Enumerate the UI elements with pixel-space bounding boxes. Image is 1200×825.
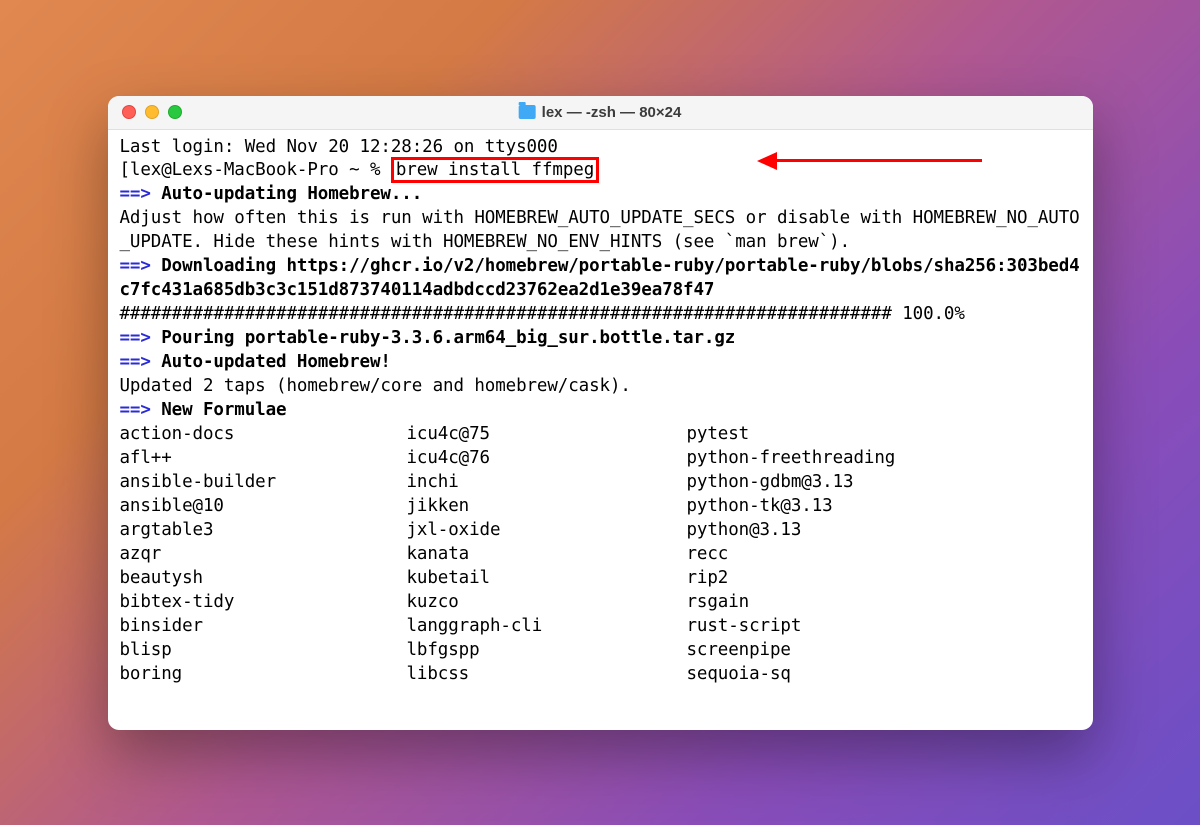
list-item: bibtex-tidy bbox=[120, 591, 407, 615]
new-formulae-text: New Formulae bbox=[161, 400, 286, 420]
taps-line: Updated 2 taps (homebrew/core and homebr… bbox=[120, 375, 1081, 399]
list-item: beautysh bbox=[120, 567, 407, 591]
pouring-line: ==> Pouring portable-ruby-3.3.6.arm64_bi… bbox=[120, 327, 1081, 351]
arrow-prefix: ==> bbox=[120, 184, 162, 204]
list-item: sequoia-sq bbox=[687, 663, 1081, 687]
arrow-prefix: ==> bbox=[120, 328, 162, 348]
list-item: python@3.13 bbox=[687, 519, 1081, 543]
list-item: python-tk@3.13 bbox=[687, 495, 1081, 519]
list-item: blisp bbox=[120, 639, 407, 663]
formulae-col-3: pytest python-freethreading python-gdbm@… bbox=[687, 423, 1081, 687]
formulae-col-1: action-docs afl++ ansible-builder ansibl… bbox=[120, 423, 407, 687]
downloading-text: Downloading https://ghcr.io/v2/homebrew/… bbox=[120, 256, 1080, 300]
list-item: pytest bbox=[687, 423, 1081, 447]
zoom-icon[interactable] bbox=[168, 105, 182, 119]
title-label: lex — -zsh — 80×24 bbox=[542, 104, 682, 121]
arrow-head-icon bbox=[757, 152, 777, 170]
arrow-prefix: ==> bbox=[120, 256, 162, 276]
list-item: jxl-oxide bbox=[407, 519, 687, 543]
folder-icon bbox=[519, 105, 536, 119]
downloading-line: ==> Downloading https://ghcr.io/v2/homeb… bbox=[120, 255, 1081, 303]
list-item: kanata bbox=[407, 543, 687, 567]
pouring-text: Pouring portable-ruby-3.3.6.arm64_big_su… bbox=[161, 328, 735, 348]
command-highlight: brew install ffmpeg bbox=[391, 157, 599, 183]
prompt-prefix: [lex@Lexs-MacBook-Pro ~ % bbox=[120, 160, 391, 180]
auto-update-text: Auto-updating Homebrew... bbox=[161, 184, 422, 204]
command-text: brew install ffmpeg bbox=[396, 160, 594, 180]
list-item: lbfgspp bbox=[407, 639, 687, 663]
arrow-annotation bbox=[757, 152, 982, 170]
minimize-icon[interactable] bbox=[145, 105, 159, 119]
list-item: afl++ bbox=[120, 447, 407, 471]
adjust-text: Adjust how often this is run with HOMEBR… bbox=[120, 207, 1081, 255]
terminal-output[interactable]: Last login: Wed Nov 20 12:28:26 on ttys0… bbox=[108, 130, 1093, 730]
list-item: ansible-builder bbox=[120, 471, 407, 495]
progress-line: ########################################… bbox=[120, 303, 1081, 327]
arrow-line-icon bbox=[777, 159, 982, 162]
list-item: boring bbox=[120, 663, 407, 687]
list-item: python-gdbm@3.13 bbox=[687, 471, 1081, 495]
list-item: action-docs bbox=[120, 423, 407, 447]
list-item: argtable3 bbox=[120, 519, 407, 543]
list-item: icu4c@76 bbox=[407, 447, 687, 471]
title-bar: lex — -zsh — 80×24 bbox=[108, 96, 1093, 130]
list-item: inchi bbox=[407, 471, 687, 495]
arrow-prefix: ==> bbox=[120, 352, 162, 372]
new-formulae-line: ==> New Formulae bbox=[120, 399, 1081, 423]
updated-text: Auto-updated Homebrew! bbox=[161, 352, 391, 372]
auto-update-line: ==> Auto-updating Homebrew... bbox=[120, 183, 1081, 207]
list-item: recc bbox=[687, 543, 1081, 567]
list-item: ansible@10 bbox=[120, 495, 407, 519]
list-item: icu4c@75 bbox=[407, 423, 687, 447]
formulae-columns: action-docs afl++ ansible-builder ansibl… bbox=[120, 423, 1081, 687]
list-item: rsgain bbox=[687, 591, 1081, 615]
list-item: libcss bbox=[407, 663, 687, 687]
updated-line: ==> Auto-updated Homebrew! bbox=[120, 351, 1081, 375]
list-item: kuzco bbox=[407, 591, 687, 615]
formulae-col-2: icu4c@75 icu4c@76 inchi jikken jxl-oxide… bbox=[407, 423, 687, 687]
list-item: jikken bbox=[407, 495, 687, 519]
traffic-lights bbox=[122, 105, 182, 119]
list-item: binsider bbox=[120, 615, 407, 639]
list-item: kubetail bbox=[407, 567, 687, 591]
window-title: lex — -zsh — 80×24 bbox=[519, 104, 682, 121]
arrow-prefix: ==> bbox=[120, 400, 162, 420]
list-item: langgraph-cli bbox=[407, 615, 687, 639]
list-item: azqr bbox=[120, 543, 407, 567]
list-item: rip2 bbox=[687, 567, 1081, 591]
list-item: python-freethreading bbox=[687, 447, 1081, 471]
list-item: screenpipe bbox=[687, 639, 1081, 663]
list-item: rust-script bbox=[687, 615, 1081, 639]
close-icon[interactable] bbox=[122, 105, 136, 119]
terminal-window: lex — -zsh — 80×24 Last login: Wed Nov 2… bbox=[108, 96, 1093, 730]
